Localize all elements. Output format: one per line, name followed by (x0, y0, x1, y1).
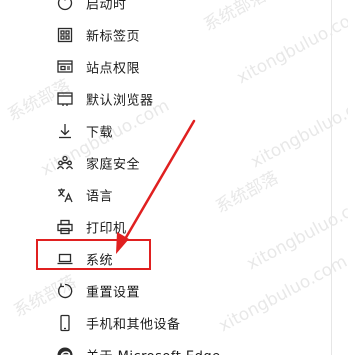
menu-item-site-permissions[interactable]: 站点权限 (0, 51, 331, 83)
language-icon (56, 186, 74, 204)
menu-item-label: 下载 (86, 125, 114, 141)
printer-icon (56, 218, 74, 236)
menu-item-about-edge[interactable]: 关于 Microsoft Edge (0, 339, 331, 355)
menu-item-label: 手机和其他设备 (86, 317, 181, 333)
menu-item-languages[interactable]: 语言 (0, 179, 331, 211)
menu-item-label: 默认浏览器 (86, 93, 154, 109)
menu-item-startup[interactable]: 启动时 (0, 0, 331, 19)
reset-icon (56, 282, 74, 300)
edge-logo-icon (56, 346, 74, 355)
menu-item-label: 打印机 (86, 221, 127, 237)
menu-item-label: 启动时 (86, 0, 127, 13)
menu-item-label: 重置设置 (86, 285, 141, 301)
settings-sidebar: 系统部落 xitongbuluo.com 系统部落 xitongbuluo.co… (0, 0, 348, 355)
phone-icon (56, 314, 74, 332)
new-tab-icon (56, 26, 74, 44)
highlight-box (36, 239, 151, 270)
power-icon (56, 0, 74, 12)
menu-item-family-safety[interactable]: 家庭安全 (0, 147, 331, 179)
menu-item-reset-settings[interactable]: 重置设置 (0, 275, 331, 307)
menu-item-default-browser[interactable]: 默认浏览器 (0, 83, 331, 115)
menu-item-label: 语言 (86, 189, 114, 205)
panel-divider (331, 0, 332, 355)
download-icon (56, 122, 74, 140)
menu-item-phone-devices[interactable]: 手机和其他设备 (0, 307, 331, 339)
default-browser-icon (56, 90, 74, 108)
family-icon (56, 154, 74, 172)
menu-item-label: 站点权限 (86, 61, 141, 77)
menu-item-label: 家庭安全 (86, 157, 141, 173)
menu-item-downloads[interactable]: 下载 (0, 115, 331, 147)
site-permissions-icon (56, 58, 74, 76)
menu-item-label: 关于 Microsoft Edge (86, 346, 221, 355)
settings-menu: 启动时 新标签页 站点权限 默认浏览器 下载 家庭安全 语言 打印机 系统 重置… (0, 0, 331, 355)
menu-item-label: 新标签页 (86, 29, 141, 45)
menu-item-new-tab[interactable]: 新标签页 (0, 19, 331, 51)
